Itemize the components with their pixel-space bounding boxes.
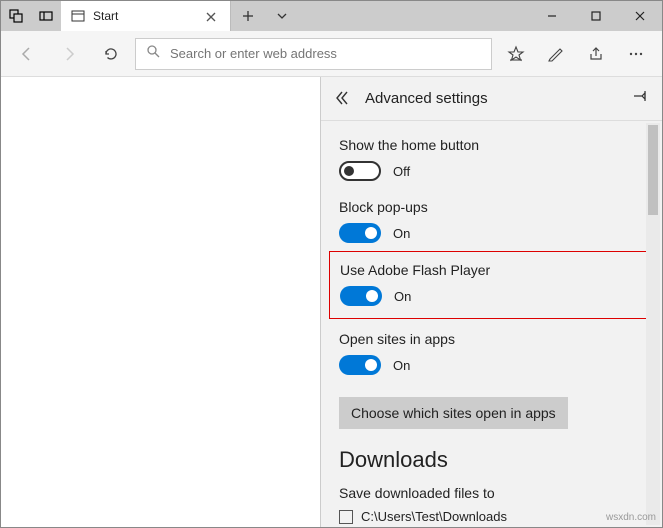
toggle-state: On [393, 226, 410, 241]
tab-edge-icon [71, 9, 85, 23]
toggle-row: On [339, 355, 644, 375]
panel-body: Show the home button Off Block pop-ups O… [321, 121, 662, 527]
setting-block-popups: Block pop-ups On [339, 199, 644, 243]
flash-toggle[interactable] [340, 286, 382, 306]
toggle-state: Off [393, 164, 410, 179]
toggle-row: On [340, 286, 643, 306]
multitask-icon[interactable] [1, 1, 31, 31]
choose-sites-button[interactable]: Choose which sites open in apps [339, 397, 568, 429]
downloads-path: C:\Users\Test\Downloads [361, 509, 507, 524]
setting-label: Open sites in apps [339, 331, 644, 347]
home-button-toggle[interactable] [339, 161, 381, 181]
browser-tab[interactable]: Start [61, 1, 231, 31]
watermark: wsxdn.com [606, 512, 656, 523]
refresh-button[interactable] [93, 36, 129, 72]
pin-icon[interactable] [632, 88, 650, 109]
toolbar-right [498, 36, 654, 72]
toggle-state: On [394, 289, 411, 304]
address-bar[interactable] [135, 38, 492, 70]
titlebar-spacer [299, 1, 530, 31]
address-input[interactable] [170, 46, 481, 61]
more-button[interactable] [618, 36, 654, 72]
search-icon [146, 44, 160, 63]
browser-window: Start [0, 0, 663, 528]
titlebar-left [1, 1, 61, 31]
share-button[interactable] [578, 36, 614, 72]
back-button[interactable] [9, 36, 45, 72]
toggle-state: On [393, 358, 410, 373]
toggle-row: On [339, 223, 644, 243]
panel-title: Advanced settings [365, 90, 620, 107]
downloads-path-row: C:\Users\Test\Downloads [339, 509, 644, 524]
content-area: Advanced settings Show the home button O… [1, 77, 662, 527]
new-tab-button[interactable] [231, 1, 265, 31]
folder-icon [339, 510, 353, 524]
tab-preview-toggle[interactable] [265, 1, 299, 31]
downloads-label: Save downloaded files to [339, 485, 644, 501]
minimize-button[interactable] [530, 1, 574, 31]
favorites-button[interactable] [498, 36, 534, 72]
setting-label: Block pop-ups [339, 199, 644, 215]
settings-panel: Advanced settings Show the home button O… [320, 77, 662, 527]
forward-button[interactable] [51, 36, 87, 72]
window-controls [530, 1, 662, 31]
titlebar: Start [1, 1, 662, 31]
highlight-box: Use Adobe Flash Player On [329, 251, 654, 319]
toolbar [1, 31, 662, 77]
scrollbar-thumb[interactable] [648, 125, 658, 215]
toggle-row: Off [339, 161, 644, 181]
maximize-button[interactable] [574, 1, 618, 31]
back-icon[interactable] [333, 89, 353, 109]
tab-close-icon[interactable] [206, 9, 220, 23]
panel-header: Advanced settings [321, 77, 662, 121]
open-apps-toggle[interactable] [339, 355, 381, 375]
setting-label: Show the home button [339, 137, 644, 153]
tab-aside-icon[interactable] [31, 1, 61, 31]
downloads-heading: Downloads [339, 447, 644, 473]
close-button[interactable] [618, 1, 662, 31]
setting-label: Use Adobe Flash Player [340, 262, 643, 278]
setting-open-apps: Open sites in apps On [339, 331, 644, 375]
notes-button[interactable] [538, 36, 574, 72]
page-body [1, 77, 320, 527]
setting-flash: Use Adobe Flash Player On [340, 262, 643, 306]
setting-home-button: Show the home button Off [339, 137, 644, 181]
tab-title: Start [93, 9, 198, 23]
panel-scrollbar[interactable] [646, 123, 660, 525]
block-popups-toggle[interactable] [339, 223, 381, 243]
